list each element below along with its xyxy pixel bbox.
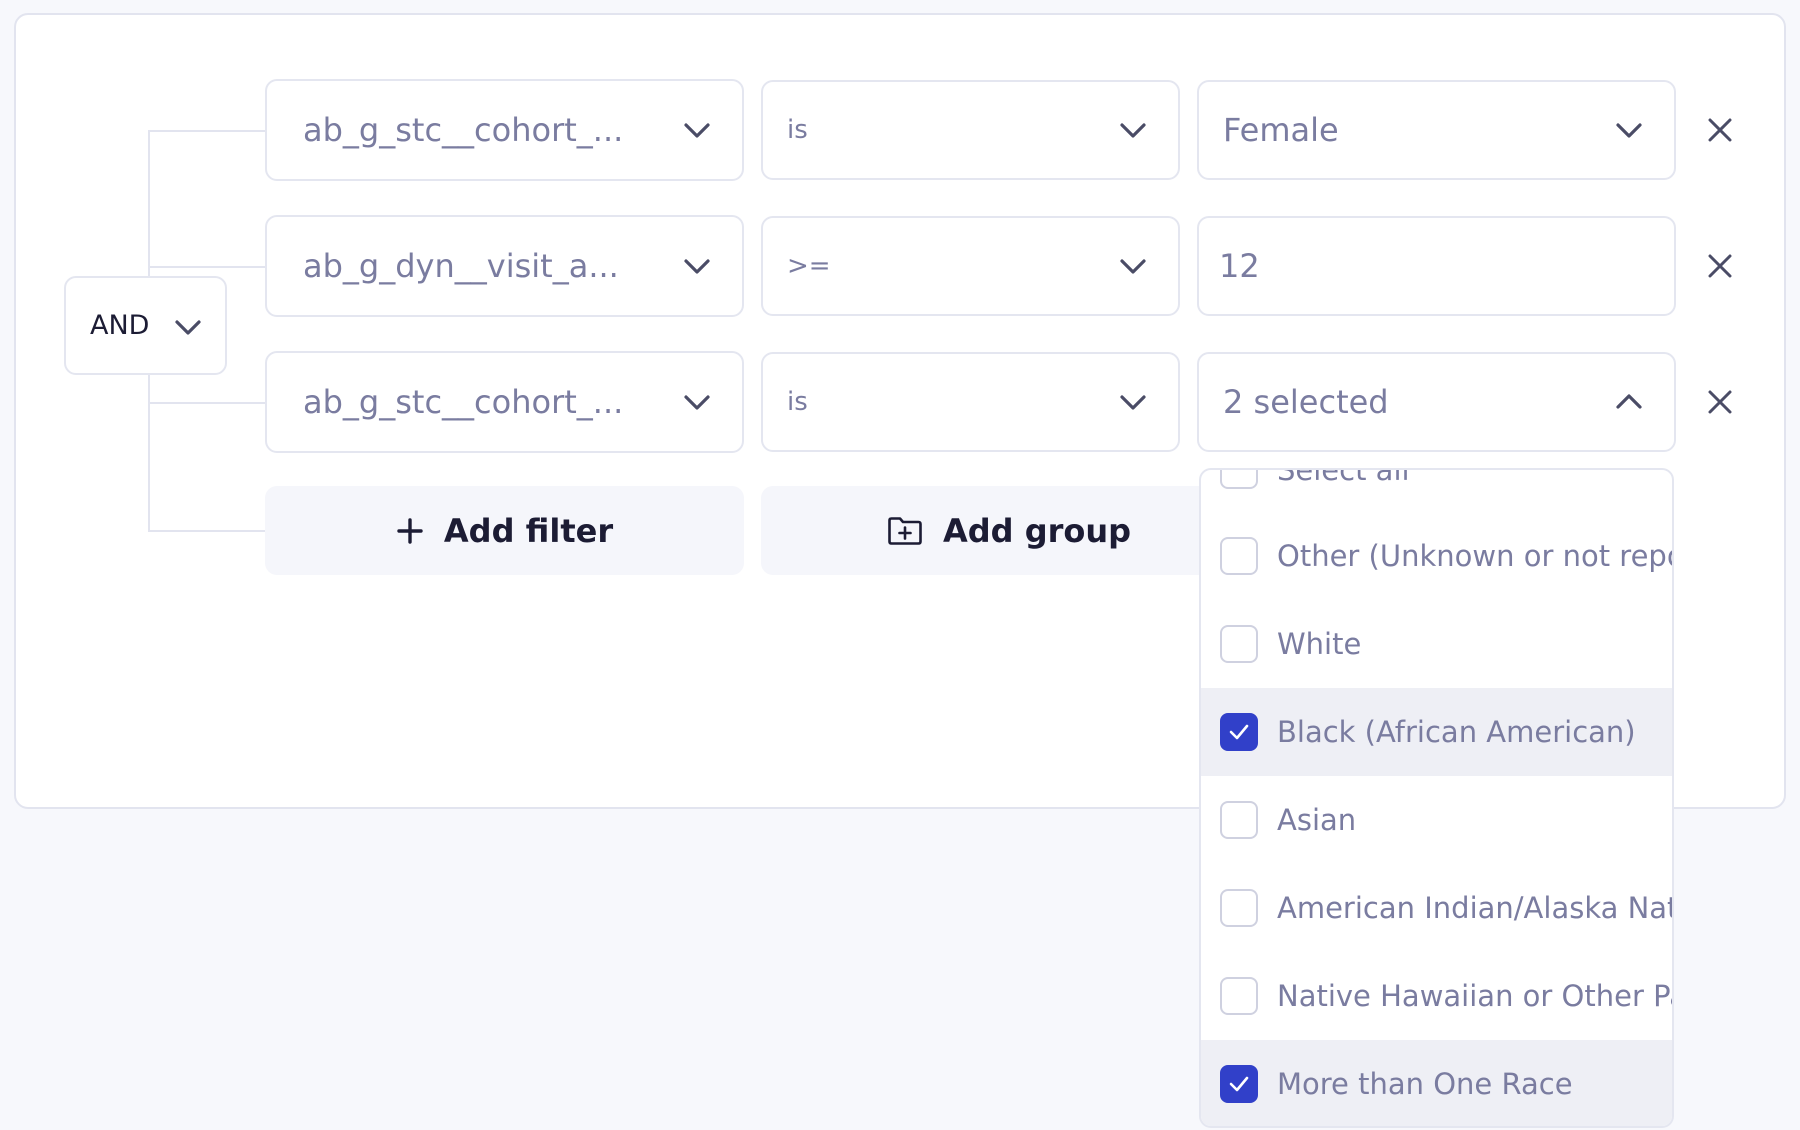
chevron-down-icon — [1616, 123, 1642, 138]
multiselect-dropdown[interactable]: Select all Other (Unknown or not reporte… — [1199, 468, 1674, 1128]
dropdown-option[interactable]: Other (Unknown or not reported) — [1201, 512, 1672, 600]
checkbox[interactable] — [1220, 889, 1258, 927]
chevron-up-icon — [1616, 394, 1642, 409]
folder-plus-icon — [888, 516, 922, 545]
chevron-down-icon — [1120, 395, 1146, 410]
checkbox-checked[interactable] — [1220, 1065, 1258, 1103]
filter-value: 12 — [1219, 247, 1260, 285]
dropdown-option[interactable]: White — [1201, 600, 1672, 688]
filter-operator-value: >= — [787, 251, 831, 281]
checkbox[interactable] — [1220, 801, 1258, 839]
chevron-down-icon — [1120, 123, 1146, 138]
add-group-button[interactable]: Add group — [761, 486, 1231, 575]
dropdown-option[interactable]: American Indian/Alaska Native — [1201, 864, 1672, 952]
checkbox[interactable] — [1220, 470, 1258, 489]
chevron-down-icon — [684, 259, 710, 274]
filter-value: 2 selected — [1223, 383, 1389, 421]
option-label: Other (Unknown or not reported) — [1277, 539, 1672, 573]
add-filter-label: Add filter — [443, 511, 614, 550]
check-icon — [1229, 1076, 1249, 1092]
option-label: Black (African American) — [1277, 715, 1636, 749]
dropdown-option[interactable]: Asian — [1201, 776, 1672, 864]
filter-value-multiselect[interactable]: 2 selected — [1197, 352, 1676, 452]
tree-connector-row-2 — [148, 266, 265, 268]
checkbox[interactable] — [1220, 537, 1258, 575]
option-label: Native Hawaiian or Other Pacific Islande… — [1277, 979, 1672, 1013]
remove-filter-icon[interactable] — [1702, 112, 1738, 148]
option-label: American Indian/Alaska Native — [1277, 891, 1672, 925]
chevron-down-icon — [684, 123, 710, 138]
filter-operator-value: is — [787, 387, 808, 417]
add-group-label: Add group — [943, 511, 1132, 550]
filter-operator-select[interactable]: is — [761, 80, 1180, 180]
filter-operator-select[interactable]: >= — [761, 216, 1180, 316]
filter-field-select[interactable]: ab_g_stc__cohort_... — [265, 351, 744, 453]
dropdown-option[interactable]: Black (African American) — [1201, 688, 1672, 776]
tree-connector-add — [148, 530, 265, 532]
checkbox[interactable] — [1220, 977, 1258, 1015]
option-label: White — [1277, 627, 1362, 661]
remove-filter-icon[interactable] — [1702, 248, 1738, 284]
tree-connector-row-1 — [148, 130, 265, 132]
chevron-down-icon — [684, 395, 710, 410]
dropdown-option[interactable]: Native Hawaiian or Other Pacific Islande… — [1201, 952, 1672, 1040]
filter-operator-select[interactable]: is — [761, 352, 1180, 452]
filter-field-select[interactable]: ab_g_dyn__visit_a... — [265, 215, 744, 317]
group-operator-label: AND — [90, 310, 150, 341]
checkbox[interactable] — [1220, 625, 1258, 663]
dropdown-option-select-all[interactable]: Select all — [1201, 468, 1672, 514]
filter-field-value: ab_g_stc__cohort_... — [303, 383, 624, 421]
filter-field-value: ab_g_dyn__visit_a... — [303, 247, 619, 285]
filter-field-value: ab_g_stc__cohort_... — [303, 111, 624, 149]
checkbox-checked[interactable] — [1220, 713, 1258, 751]
option-label: Asian — [1277, 803, 1357, 837]
group-operator-select[interactable]: AND — [64, 276, 227, 375]
tree-connector-row-3 — [148, 402, 265, 404]
option-label: More than One Race — [1277, 1067, 1573, 1101]
filter-value-input[interactable]: 12 — [1197, 216, 1676, 316]
filter-value-select[interactable]: Female — [1197, 80, 1676, 180]
filter-operator-value: is — [787, 115, 808, 145]
filter-value: Female — [1223, 111, 1339, 149]
remove-filter-icon[interactable] — [1702, 384, 1738, 420]
check-icon — [1229, 724, 1249, 740]
add-filter-button[interactable]: Add filter — [265, 486, 744, 575]
filter-field-select[interactable]: ab_g_stc__cohort_... — [265, 79, 744, 181]
plus-icon — [397, 517, 423, 544]
chevron-down-icon — [175, 320, 201, 335]
chevron-down-icon — [1120, 259, 1146, 274]
dropdown-option[interactable]: More than One Race — [1201, 1040, 1672, 1126]
option-label: Select all — [1277, 468, 1410, 487]
